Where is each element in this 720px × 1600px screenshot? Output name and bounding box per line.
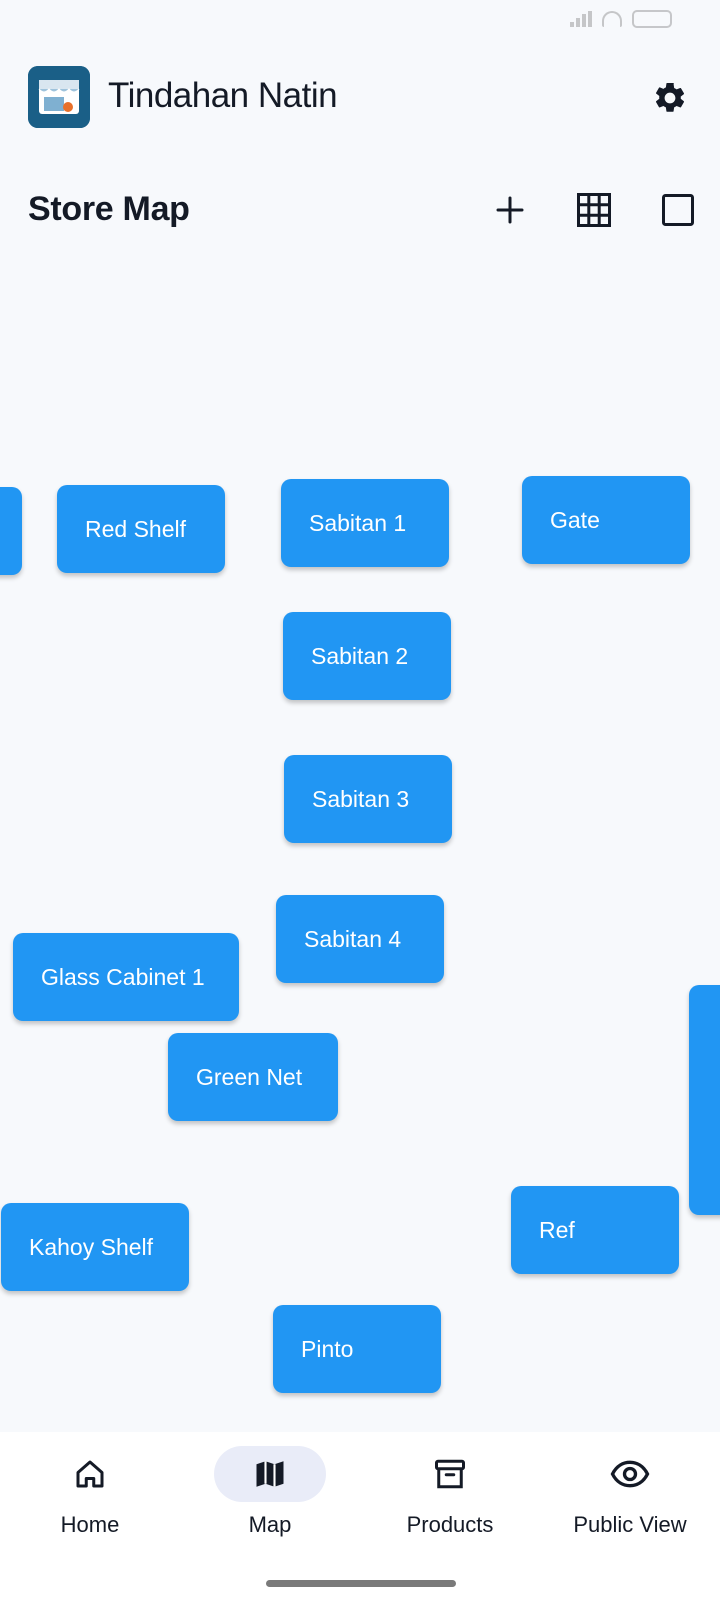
nav-products-label: Products bbox=[406, 1512, 494, 1537]
bottom-navigation: Home Map Products Public View bbox=[0, 1432, 720, 1600]
settings-button[interactable] bbox=[650, 78, 690, 118]
app-title: Tindahan Natin bbox=[108, 76, 338, 115]
gear-icon bbox=[655, 82, 685, 112]
toggle-grid-button[interactable] bbox=[570, 186, 618, 234]
map-node-ref[interactable]: Ref bbox=[511, 1186, 679, 1274]
wifi-icon bbox=[602, 11, 622, 27]
map-node-sabitan-2[interactable]: Sabitan 2 bbox=[283, 612, 451, 700]
grid-icon bbox=[577, 193, 611, 227]
nav-home[interactable]: Home bbox=[0, 1446, 180, 1556]
map-icon bbox=[256, 1461, 284, 1487]
nav-map[interactable]: Map bbox=[180, 1446, 360, 1556]
page-title: Store Map bbox=[28, 190, 190, 228]
nav-home-label: Home bbox=[60, 1512, 120, 1537]
map-node-pinto[interactable]: Pinto bbox=[273, 1305, 441, 1393]
map-node-partial-left[interactable] bbox=[0, 487, 22, 575]
home-indicator bbox=[266, 1580, 456, 1587]
app-logo bbox=[28, 66, 90, 128]
add-node-button[interactable] bbox=[486, 186, 534, 234]
map-node-gate[interactable]: Gate bbox=[522, 476, 690, 564]
map-node-glass-cabinet-1[interactable]: Glass Cabinet 1 bbox=[13, 933, 239, 1021]
nav-public-view-label: Public View bbox=[573, 1512, 687, 1537]
map-node-green-net[interactable]: Green Net bbox=[168, 1033, 338, 1121]
map-node-kahoy-shelf[interactable]: Kahoy Shelf bbox=[1, 1203, 189, 1291]
map-toolbar: Store Map bbox=[0, 176, 720, 246]
plus-icon bbox=[496, 196, 524, 224]
square-icon bbox=[662, 194, 694, 226]
map-node-sabitan-4[interactable]: Sabitan 4 bbox=[276, 895, 444, 983]
store-map-canvas[interactable]: Red Shelf Sabitan 1 Gate Sabitan 2 Sabit… bbox=[0, 250, 720, 1430]
archive-icon bbox=[435, 1459, 465, 1489]
nav-products[interactable]: Products bbox=[360, 1446, 540, 1556]
nav-map-label: Map bbox=[248, 1512, 292, 1537]
status-icons bbox=[570, 10, 672, 28]
select-mode-button[interactable] bbox=[654, 186, 702, 234]
eye-icon bbox=[610, 1460, 650, 1488]
home-icon bbox=[76, 1460, 104, 1488]
app-header: Tindahan Natin bbox=[0, 62, 720, 134]
status-bar bbox=[0, 0, 720, 44]
signal-icon bbox=[570, 11, 592, 27]
battery-icon bbox=[632, 10, 672, 28]
nav-public-view[interactable]: Public View bbox=[540, 1446, 720, 1556]
map-node-red-shelf[interactable]: Red Shelf bbox=[57, 485, 225, 573]
map-node-sabitan-1[interactable]: Sabitan 1 bbox=[281, 479, 449, 567]
map-node-sabitan-3[interactable]: Sabitan 3 bbox=[284, 755, 452, 843]
map-node-partial-right[interactable] bbox=[689, 985, 720, 1215]
